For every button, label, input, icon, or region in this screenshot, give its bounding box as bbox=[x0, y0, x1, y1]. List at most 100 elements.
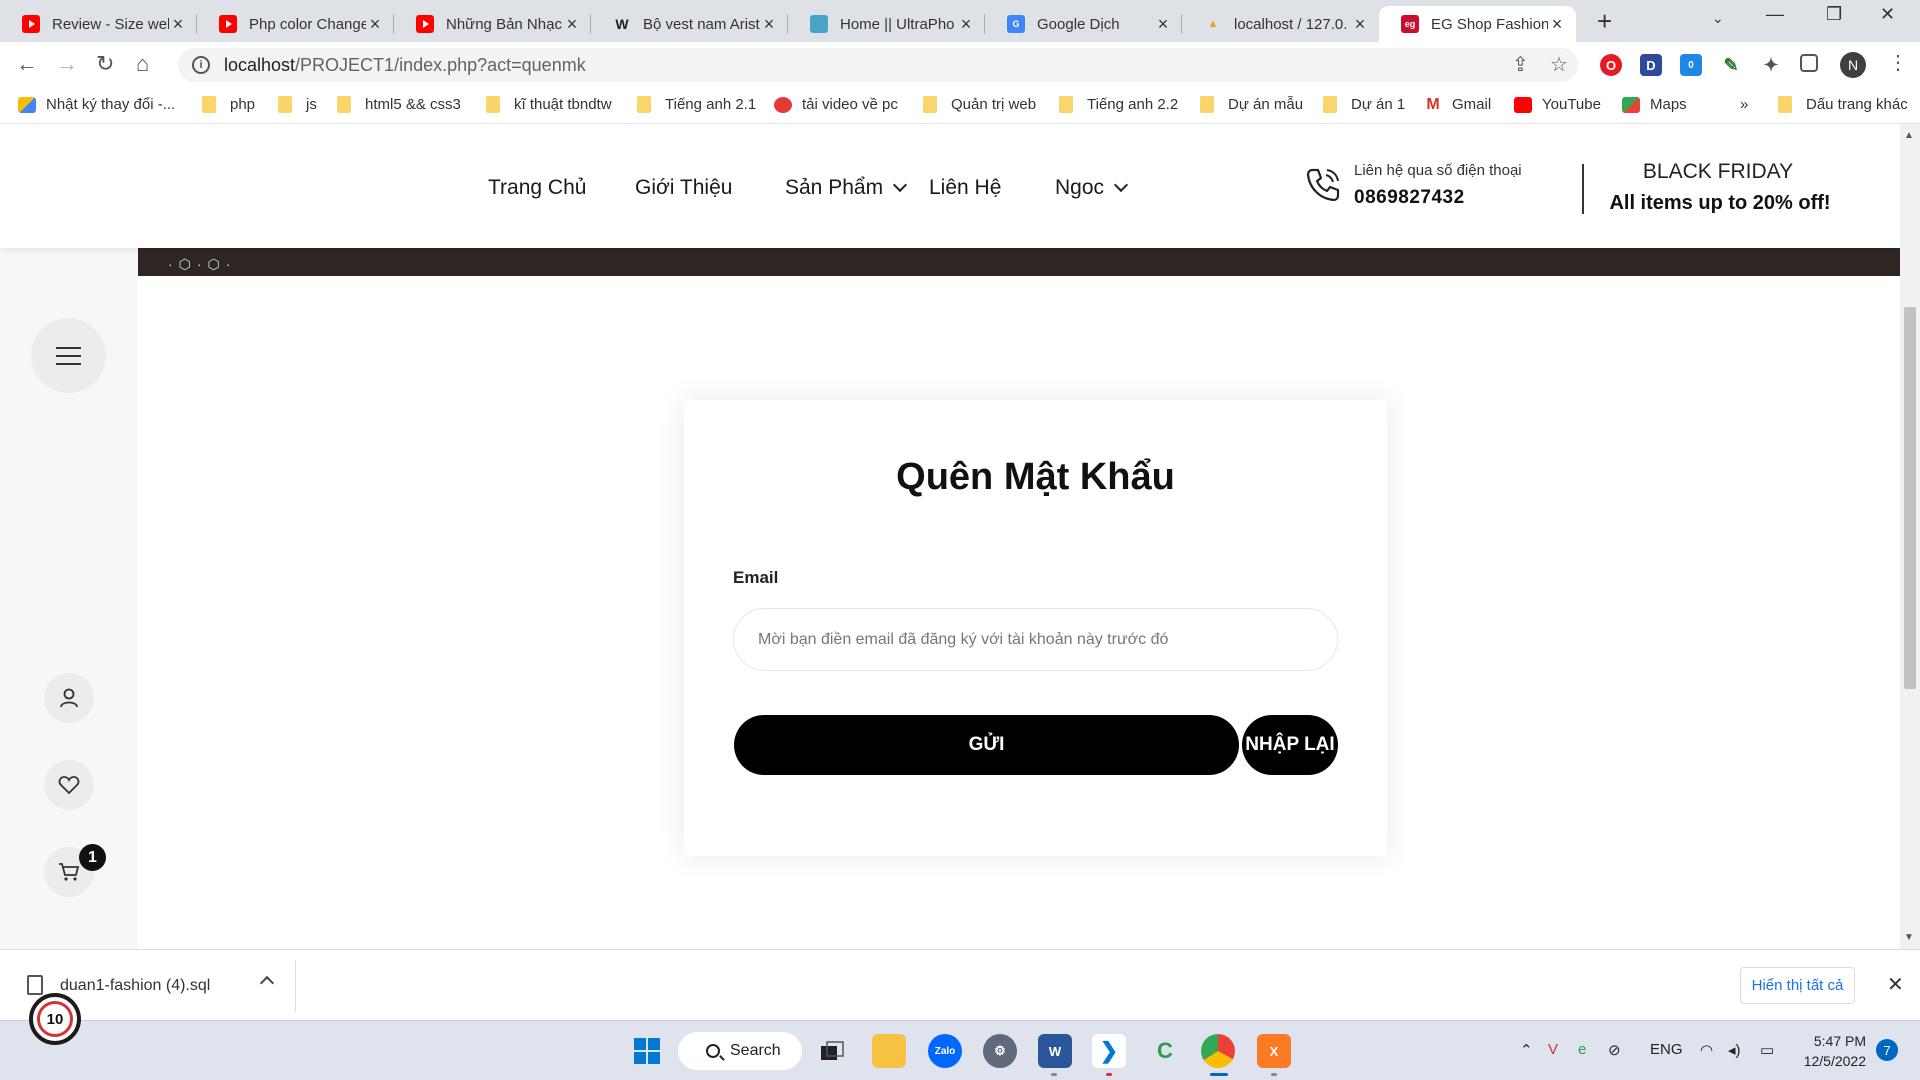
tray-app-icon[interactable]: e bbox=[1578, 1041, 1586, 1058]
zalo-icon[interactable]: Zalo bbox=[928, 1034, 962, 1068]
bookmark-item[interactable]: html5 && css3 bbox=[337, 96, 461, 113]
more-bookmarks-button[interactable]: » bbox=[1740, 96, 1748, 113]
forward-icon[interactable]: → bbox=[56, 51, 78, 77]
new-tab-icon[interactable]: + bbox=[1597, 6, 1612, 37]
nav-products[interactable]: Sản Phẩm bbox=[785, 176, 908, 200]
browser-tab[interactable]: G Google Dịch × bbox=[985, 6, 1182, 42]
bookmark-item[interactable]: kĩ thuật tbndtw bbox=[486, 96, 612, 113]
vscode-icon[interactable]: ❯ bbox=[1092, 1034, 1126, 1068]
close-tab-icon[interactable]: × bbox=[760, 14, 778, 35]
bookmark-item[interactable]: M Gmail bbox=[1424, 96, 1491, 113]
chrome-icon[interactable] bbox=[1201, 1034, 1235, 1068]
scrollbar-thumb[interactable] bbox=[1904, 307, 1916, 689]
bookmark-item[interactable]: Tiếng anh 2.2 bbox=[1059, 96, 1178, 113]
browser-tab-active[interactable]: eg EG Shop Fashion × bbox=[1379, 6, 1576, 42]
close-tab-icon[interactable]: × bbox=[1154, 14, 1172, 35]
close-tab-icon[interactable]: × bbox=[1351, 14, 1369, 35]
close-tab-icon[interactable]: × bbox=[1548, 14, 1566, 35]
other-bookmarks[interactable]: Dấu trang khác bbox=[1778, 96, 1908, 113]
close-tab-icon[interactable]: × bbox=[366, 14, 384, 35]
battery-icon[interactable]: ▭ bbox=[1760, 1041, 1774, 1059]
site-info-icon[interactable]: i bbox=[192, 56, 210, 74]
page-scrollbar[interactable]: ▲ ▼ bbox=[1900, 124, 1920, 949]
clock[interactable]: 5:47 PM 12/5/2022 bbox=[1782, 1031, 1866, 1071]
bookmark-item[interactable]: tải video về pc bbox=[774, 96, 898, 113]
tab-search-icon[interactable]: ⌄ bbox=[1712, 10, 1724, 27]
home-icon[interactable]: ⌂ bbox=[136, 51, 149, 77]
send-button[interactable]: GỬI bbox=[734, 715, 1239, 775]
vietkey-icon[interactable]: V bbox=[1548, 1041, 1558, 1058]
browser-tab[interactable]: ▲ localhost / 127.0. × bbox=[1182, 6, 1379, 42]
sidebar-menu-button[interactable] bbox=[31, 318, 106, 393]
bookmark-item[interactable]: js bbox=[278, 96, 317, 113]
bookmark-item[interactable]: Dự án 1 bbox=[1323, 96, 1405, 113]
account-button[interactable] bbox=[44, 673, 94, 723]
scroll-down-icon[interactable]: ▼ bbox=[1904, 932, 1914, 943]
extension-d-icon[interactable]: D bbox=[1640, 54, 1662, 76]
contact-phone[interactable]: 0869827432 bbox=[1354, 187, 1465, 209]
extension-badge-icon[interactable]: 0 bbox=[1680, 54, 1702, 76]
wishlist-button[interactable] bbox=[44, 760, 94, 810]
file-explorer-icon[interactable] bbox=[872, 1034, 906, 1068]
browser-tab[interactable]: Review - Size web × bbox=[0, 6, 197, 42]
bookmark-item[interactable]: Nhật ký thay đổi -... bbox=[18, 96, 175, 113]
email-field[interactable] bbox=[733, 608, 1338, 671]
show-hidden-icons-icon[interactable]: ⌃ bbox=[1520, 1041, 1533, 1059]
browser-tab[interactable]: W Bộ vest nam Arist × bbox=[591, 6, 788, 42]
close-window-icon[interactable]: ✕ bbox=[1880, 4, 1895, 25]
bookmark-item[interactable]: Tiếng anh 2.1 bbox=[637, 96, 756, 113]
coccoc-icon[interactable]: C bbox=[1148, 1034, 1182, 1068]
close-tab-icon[interactable]: × bbox=[957, 14, 975, 35]
task-view-icon[interactable] bbox=[815, 1034, 849, 1068]
xampp-icon[interactable]: X bbox=[1257, 1034, 1291, 1068]
profile-avatar[interactable]: N bbox=[1840, 52, 1866, 78]
nav-about[interactable]: Giới Thiệu bbox=[635, 176, 732, 200]
nav-contact[interactable]: Liên Hệ bbox=[929, 176, 1001, 200]
heart-icon bbox=[58, 776, 80, 795]
close-download-bar-icon[interactable]: ✕ bbox=[1887, 972, 1904, 997]
restore-icon[interactable]: ❐ bbox=[1826, 4, 1842, 25]
close-tab-icon[interactable]: × bbox=[169, 14, 187, 35]
extension-color-icon[interactable]: ✎ bbox=[1720, 54, 1742, 76]
minimize-icon[interactable]: — bbox=[1766, 4, 1784, 25]
bookmark-star-icon[interactable]: ☆ bbox=[1550, 52, 1568, 77]
bookmark-item[interactable]: Quản trị web bbox=[923, 96, 1036, 113]
close-tab-icon[interactable]: × bbox=[563, 14, 581, 35]
notification-count-badge[interactable]: 7 bbox=[1876, 1039, 1898, 1061]
bookmark-item[interactable]: php bbox=[202, 96, 255, 113]
chevron-up-icon[interactable] bbox=[259, 975, 275, 991]
network-warning-icon[interactable]: ⊘ bbox=[1608, 1041, 1621, 1059]
nav-home[interactable]: Trang Chủ bbox=[488, 176, 586, 200]
reset-button[interactable]: NHẬP LẠI bbox=[1242, 715, 1338, 775]
opera-extension-icon[interactable]: O bbox=[1600, 54, 1622, 76]
browser-tab[interactable]: Những Bản Nhạc × bbox=[394, 6, 591, 42]
address-bar[interactable]: i localhost/PROJECT1/index.php?act=quenm… bbox=[178, 48, 1578, 82]
4k-video-icon bbox=[774, 96, 792, 113]
taskbar-search[interactable]: Search bbox=[678, 1032, 802, 1070]
browser-tab[interactable]: Php color Change × bbox=[197, 6, 394, 42]
reload-icon[interactable]: ↻ bbox=[96, 51, 114, 77]
url-host: localhost bbox=[224, 54, 296, 75]
cart-count-badge: 1 bbox=[79, 844, 106, 871]
bookmark-item[interactable]: Dự án mẫu bbox=[1200, 96, 1303, 113]
browser-menu-icon[interactable]: ⋮ bbox=[1888, 50, 1908, 75]
extensions-puzzle-icon[interactable]: ✦ bbox=[1760, 54, 1782, 76]
notification-bubble[interactable]: 10 bbox=[29, 993, 81, 1045]
scroll-up-icon[interactable]: ▲ bbox=[1904, 130, 1914, 141]
share-icon[interactable]: ⇪ bbox=[1512, 52, 1529, 77]
volume-icon[interactable]: ◂) bbox=[1728, 1041, 1741, 1059]
nav-user[interactable]: Ngoc bbox=[1055, 176, 1129, 200]
windows-start-icon[interactable] bbox=[630, 1034, 664, 1068]
show-all-downloads-button[interactable]: Hiển thị tất cả bbox=[1740, 967, 1855, 1004]
settings-icon[interactable]: ⚙ bbox=[983, 1034, 1017, 1068]
bookmark-item[interactable]: YouTube bbox=[1514, 96, 1601, 113]
bookmark-item[interactable]: Maps bbox=[1622, 96, 1687, 113]
input-language[interactable]: ENG bbox=[1650, 1041, 1683, 1058]
back-icon[interactable]: ← bbox=[16, 51, 38, 77]
word-icon[interactable]: W bbox=[1038, 1034, 1072, 1068]
browser-tab[interactable]: Home || UltraPho × bbox=[788, 6, 985, 42]
wifi-icon[interactable]: ◠ bbox=[1700, 1041, 1713, 1059]
download-file-name[interactable]: duan1-fashion (4).sql bbox=[60, 977, 210, 995]
side-panel-icon[interactable] bbox=[1800, 54, 1818, 72]
folder-icon bbox=[337, 96, 351, 113]
